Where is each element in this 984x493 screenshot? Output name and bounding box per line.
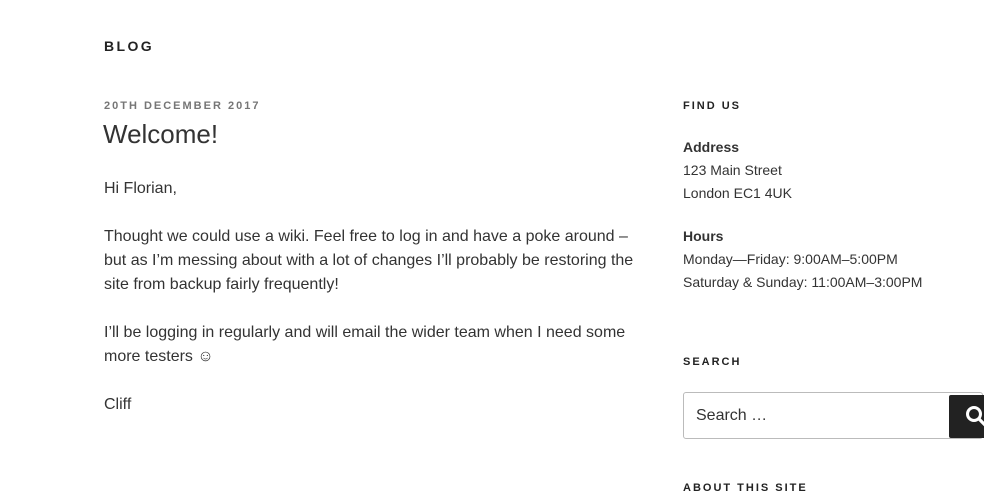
site-title-link[interactable]: BLOG [104,38,154,54]
search-input[interactable] [683,392,983,439]
hours-line: Monday—Friday: 9:00AM–5:00PM [683,251,898,267]
about-title: ABOUT THIS SITE [683,482,808,493]
page: BLOG 20TH DECEMBER 2017 Welcome! Hi Flor… [0,0,984,493]
post-paragraph: I’ll be logging in regularly and will em… [104,324,626,365]
address-line: London EC1 4UK [683,185,792,201]
search-title: SEARCH [683,356,742,368]
hours-label: Hours [683,228,724,244]
post-paragraph: Cliff [104,396,132,413]
post-paragraph: Hi Florian, [104,180,177,197]
address-label: Address [683,139,740,155]
find-us-title: FIND US [683,100,741,112]
hours-line: Saturday & Sunday: 11:00AM–3:00PM [683,274,923,290]
post-paragraph: Thought we could use a wiki. Feel free t… [104,228,634,293]
find-us-widget: Address 123 Main Street London EC1 4UK H… [683,136,984,294]
post-title: Welcome! [103,119,219,149]
post-content: Hi Florian, Thought we could use a wiki.… [104,177,634,441]
post-date[interactable]: 20TH DECEMBER 2017 [104,100,260,112]
search-button[interactable] [949,395,984,438]
search-form [683,392,984,441]
address-line: 123 Main Street [683,162,782,178]
